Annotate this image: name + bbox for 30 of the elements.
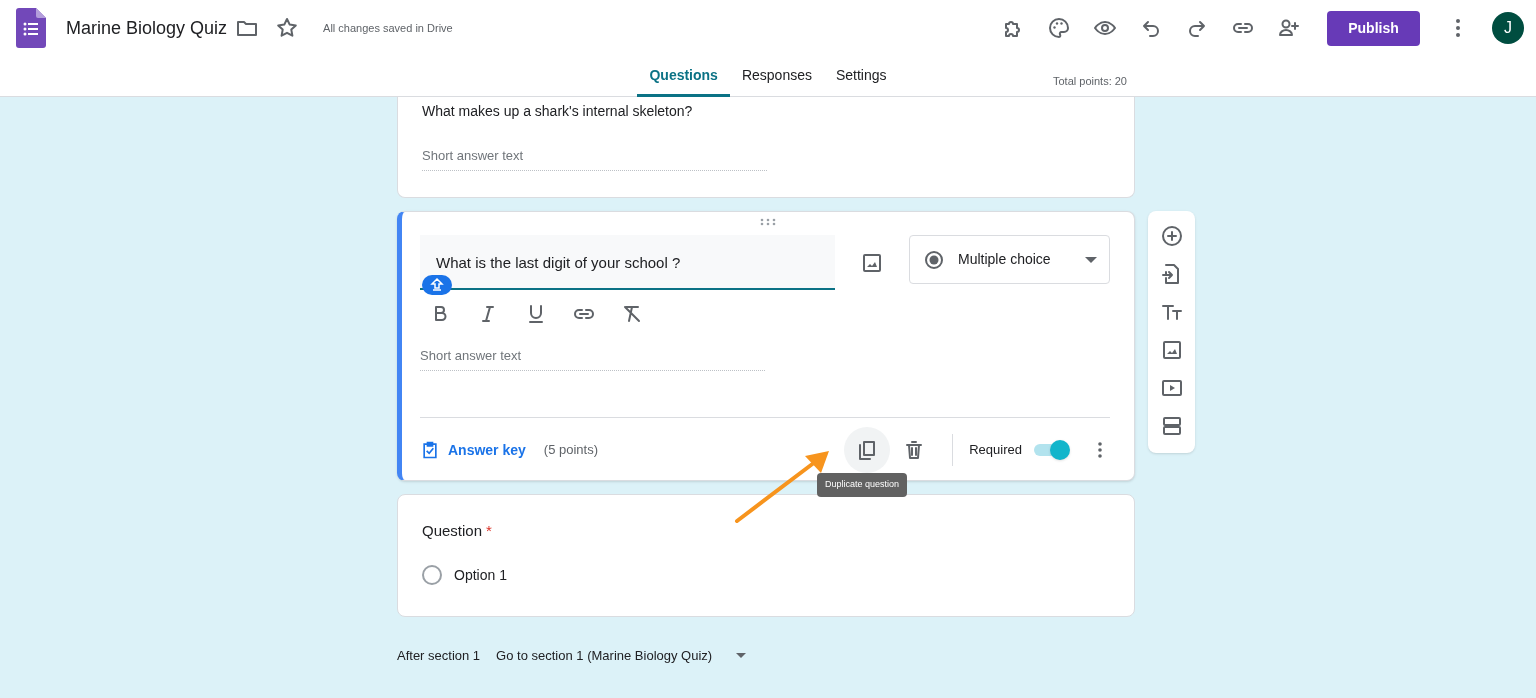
save-status: All changes saved in Drive <box>323 20 453 36</box>
question-field[interactable]: What is the last digit of your school ? <box>420 235 835 290</box>
required-asterisk: * <box>486 521 492 541</box>
tooltip: Duplicate question <box>817 473 908 497</box>
duplicate-icon[interactable] <box>844 427 891 473</box>
required-toggle[interactable] <box>1034 440 1070 460</box>
form-title[interactable]: Marine Biology Quiz <box>66 14 228 42</box>
forms-logo-icon[interactable] <box>16 8 46 48</box>
answer-key-button[interactable]: Answer key <box>420 439 526 461</box>
answer-field: Short answer text <box>422 146 767 171</box>
answer-field: Short answer text <box>420 346 765 371</box>
drag-handle-icon[interactable] <box>760 218 776 226</box>
option-label: Option 1 <box>454 565 507 585</box>
after-section-label: After section 1 <box>397 647 481 665</box>
points-label: (5 points) <box>543 441 599 460</box>
radio-button[interactable] <box>422 565 442 585</box>
avatar[interactable]: J <box>1492 12 1524 44</box>
section-dropdown[interactable]: Go to section 1 (Marine Biology Quiz) <box>496 646 747 666</box>
required-label: Required <box>969 441 1022 460</box>
question-title: Question <box>422 521 483 541</box>
caret-icon <box>1085 255 1097 264</box>
clipboard-check-icon <box>420 440 440 460</box>
tab[interactable]: Settings <box>823 57 899 97</box>
publish-button[interactable]: Publish <box>1327 10 1420 46</box>
tab[interactable]: Responses <box>729 57 824 97</box>
question-title: What makes up a shark's internal skeleton? <box>422 102 694 121</box>
shift-key-icon[interactable] <box>422 275 452 295</box>
caret-icon <box>736 653 747 659</box>
total-points: Total points: 20 <box>1053 74 1127 89</box>
question-type-dropdown[interactable]: Multiple choice <box>909 235 1110 284</box>
